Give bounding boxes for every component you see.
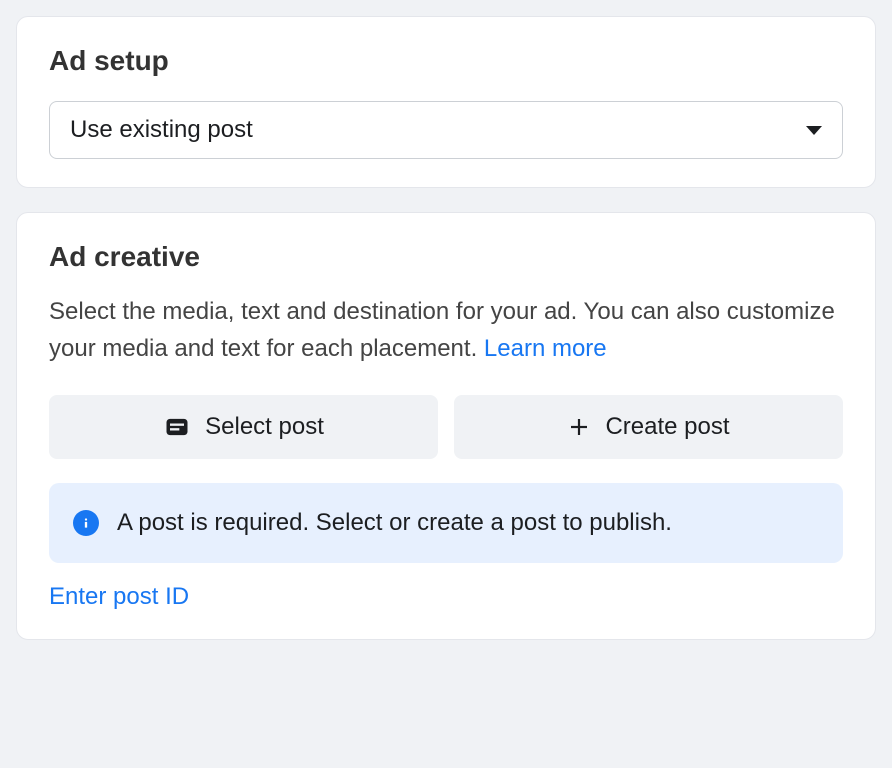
ad-creative-description: Select the media, text and destination f… <box>49 293 843 367</box>
ad-creative-title: Ad creative <box>49 241 843 273</box>
ad-creative-card: Ad creative Select the media, text and d… <box>16 212 876 640</box>
learn-more-link[interactable]: Learn more <box>484 335 607 362</box>
ad-setup-card: Ad setup Use existing post <box>16 16 876 188</box>
ad-setup-dropdown-value: Use existing post <box>70 116 253 144</box>
create-post-label: Create post <box>605 413 729 441</box>
caret-down-icon <box>806 126 822 135</box>
enter-post-id-link[interactable]: Enter post ID <box>49 583 189 610</box>
create-post-button[interactable]: Create post <box>454 395 843 459</box>
post-action-row: Select post Create post <box>49 395 843 459</box>
ad-creative-description-text: Select the media, text and destination f… <box>49 298 835 362</box>
post-card-icon <box>163 413 191 441</box>
ad-setup-dropdown[interactable]: Use existing post <box>49 101 843 159</box>
info-icon <box>73 510 99 536</box>
info-message-text: A post is required. Select or create a p… <box>117 509 672 537</box>
plus-icon <box>567 415 591 439</box>
select-post-label: Select post <box>205 413 324 441</box>
ad-setup-title: Ad setup <box>49 45 843 77</box>
post-required-info: A post is required. Select or create a p… <box>49 483 843 563</box>
select-post-button[interactable]: Select post <box>49 395 438 459</box>
